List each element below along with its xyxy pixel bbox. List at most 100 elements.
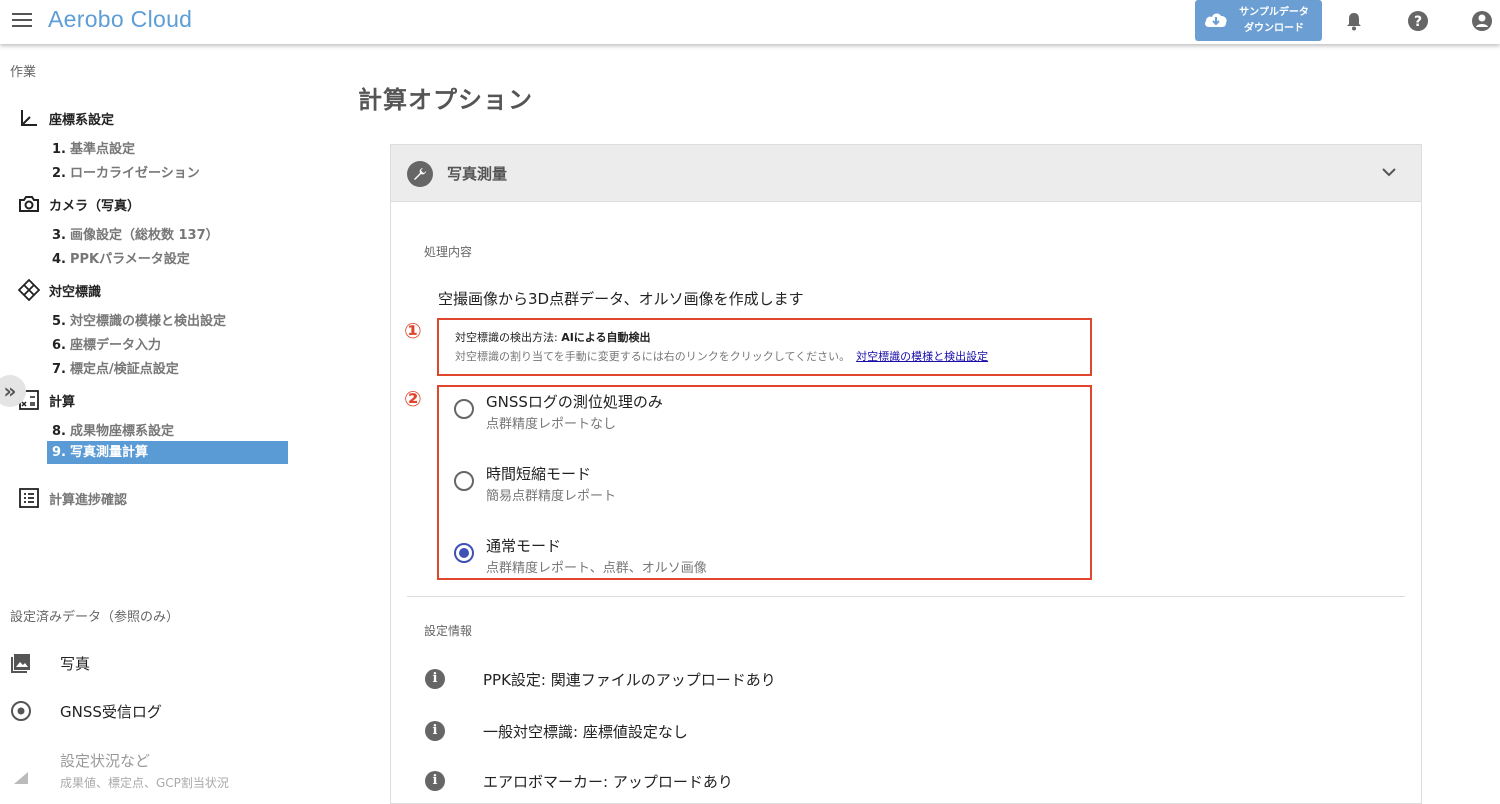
process-label: 処理内容 <box>424 245 473 259</box>
step-label: ローカライゼーション <box>69 166 200 181</box>
sidebar-step-9-active[interactable]: 9. 写真測量計算 <box>47 441 288 464</box>
detection-value: AIによる自動検出 <box>561 331 651 344</box>
sidebar-group-label: 座標系設定 <box>49 112 115 128</box>
step-number: 1. <box>52 142 66 157</box>
sidebar-group-label: 対空標識 <box>49 284 102 300</box>
step-label: PPKパラメータ設定 <box>69 252 190 267</box>
radio-gnss-only[interactable] <box>454 399 474 419</box>
chevron-down-icon[interactable] <box>1379 162 1399 182</box>
step-label: 写真測量計算 <box>69 445 148 460</box>
info-row-ppk: i PPK設定: 関連ファイルのアップロードあり <box>425 668 776 690</box>
cloud-download-icon <box>1205 13 1227 27</box>
panel-header[interactable]: 写真測量 <box>391 145 1421 202</box>
sample-button-line1: サンプルデータ <box>1239 7 1309 18</box>
app-title[interactable]: Aerobo Cloud <box>48 6 192 33</box>
radio-normal-mode[interactable] <box>454 543 474 563</box>
step-number: 8. <box>52 424 66 439</box>
step-number: 6. <box>52 338 66 353</box>
settings-info-label: 設定情報 <box>424 624 473 638</box>
section-divider <box>407 596 1405 597</box>
account-icon[interactable] <box>1471 10 1493 32</box>
sidebar-group-ground-markers[interactable]: 対空標識 <box>18 279 101 301</box>
sidebar-group-calculation[interactable]: 計算 <box>18 389 75 411</box>
info-text: PPK設定: 関連ファイルのアップロードあり <box>483 670 776 689</box>
info-icon: i <box>425 721 445 741</box>
process-description: 空撮画像から3D点群データ、オルソ画像を作成します <box>438 290 804 308</box>
photogrammetry-panel: 写真測量 処理内容 空撮画像から3D点群データ、オルソ画像を作成します ① 対空… <box>390 144 1422 804</box>
option-title: 通常モード <box>486 537 562 555</box>
info-icon: i <box>425 669 445 689</box>
step-label: 座標データ入力 <box>69 338 161 353</box>
info-icon: i <box>425 771 445 791</box>
step-label: 標定点/検証点設定 <box>69 362 179 377</box>
menu-icon[interactable] <box>12 13 32 29</box>
ref-item-label: 写真 <box>60 654 91 673</box>
detection-method-line: 対空標識の検出方法: AIによる自動検出 <box>455 329 650 345</box>
option-subtitle: 点群精度レポートなし <box>486 417 617 432</box>
sidebar-step-7[interactable]: 7. 標定点/検証点設定 <box>52 358 179 377</box>
axis-icon <box>18 107 40 129</box>
sidebar-item-progress-check[interactable]: 計算進捗確認 <box>18 487 127 509</box>
sidebar-step-3[interactable]: 3. 画像設定（総枚数 137） <box>52 224 219 243</box>
svg-text:?: ? <box>1414 14 1422 30</box>
list-icon <box>18 487 40 509</box>
help-icon[interactable]: ? <box>1407 10 1429 32</box>
sample-data-download-button[interactable]: サンプルデータ ダウンロード <box>1195 0 1322 41</box>
sample-button-label: サンプルデータ ダウンロード <box>1231 5 1317 37</box>
sidebar-step-8[interactable]: 8. 成果物座標系設定 <box>52 420 174 439</box>
step-label: 成果物座標系設定 <box>69 424 174 439</box>
step-number: 4. <box>52 252 66 267</box>
sidebar: 作業 座標系設定 1. 基準点設定 2. ローカライゼーション カメラ（写真） 3.… <box>0 44 300 790</box>
top-app-bar: Aerobo Cloud サンプルデータ ダウンロード ? <box>0 0 1500 44</box>
gnss-icon <box>10 700 32 722</box>
sidebar-step-5[interactable]: 5. 対空標識の模様と検出設定 <box>52 310 226 329</box>
page-title: 計算オプション <box>358 86 533 114</box>
option-title: GNSSログの測位処理のみ <box>486 393 663 411</box>
camera-icon <box>18 193 40 215</box>
detection-note-line: 対空標識の割り当てを手動に変更するには右のリンクをクリックしてください。 対空標識… <box>455 348 988 364</box>
step-number: 3. <box>52 228 66 243</box>
step-label: 対空標識の模様と検出設定 <box>69 314 226 329</box>
sidebar-group-camera[interactable]: カメラ（写真） <box>18 193 140 215</box>
progress-check-label: 計算進捗確認 <box>49 492 128 508</box>
ref-item-settings-status[interactable]: 設定状況など <box>10 748 150 772</box>
marker-detection-settings-link[interactable]: 対空標識の模様と検出設定 <box>856 350 988 363</box>
sidebar-group-label: 計算 <box>49 394 76 410</box>
detection-note: 対空標識の割り当てを手動に変更するには右のリンクをクリックしてください。 <box>455 350 851 363</box>
sidebar-group-coordinate-system[interactable]: 座標系設定 <box>18 107 114 129</box>
ref-item-gnss-log[interactable]: GNSS受信ログ <box>10 699 162 723</box>
calculation-mode-box: GNSSログの測位処理のみ 点群精度レポートなし 時間短縮モード 簡易点群精度レ… <box>437 385 1092 580</box>
step-number: 7. <box>52 362 66 377</box>
target-diamond-icon <box>18 279 40 301</box>
reference-section-label: 設定済みデータ（参照のみ） <box>10 610 180 625</box>
detection-method-box: 対空標識の検出方法: AIによる自動検出 対空標識の割り当てを手動に変更するには… <box>437 318 1092 376</box>
info-text: エアロボマーカー: アップロードあり <box>483 772 733 791</box>
sidebar-step-2[interactable]: 2. ローカライゼーション <box>52 162 200 181</box>
annotation-marker-2: ② <box>404 387 422 411</box>
work-section-label: 作業 <box>10 65 37 80</box>
sidebar-step-4[interactable]: 4. PPKパラメータ設定 <box>52 248 190 267</box>
option-subtitle: 簡易点群精度レポート <box>486 489 617 504</box>
ref-item-label: 設定状況など <box>60 751 151 770</box>
step-number: 5. <box>52 314 66 329</box>
sidebar-group-label: カメラ（写真） <box>49 198 141 214</box>
photo-icon <box>10 652 32 674</box>
wrench-icon <box>407 161 433 187</box>
ref-item-photos[interactable]: 写真 <box>10 651 90 675</box>
detection-prefix: 対空標識の検出方法: <box>455 331 562 344</box>
sidebar-step-6[interactable]: 6. 座標データ入力 <box>52 334 161 353</box>
option-title: 時間短縮モード <box>486 465 592 483</box>
info-row-aerobo-marker: i エアロボマーカー: アップロードあり <box>425 770 733 792</box>
option-subtitle: 点群精度レポート、点群、オルソ画像 <box>486 561 707 576</box>
corner-triangle-icon <box>14 772 28 784</box>
panel-title: 写真測量 <box>447 165 508 183</box>
ref-item-label: GNSS受信ログ <box>60 702 162 721</box>
sidebar-step-1[interactable]: 1. 基準点設定 <box>52 138 135 157</box>
settings-status-icon <box>10 749 32 771</box>
step-number: 2. <box>52 166 66 181</box>
annotation-marker-1: ① <box>404 319 422 343</box>
info-row-ground-marker: i 一般対空標識: 座標値設定なし <box>425 720 688 742</box>
bell-icon[interactable] <box>1343 10 1365 32</box>
radio-fast-mode[interactable] <box>454 471 474 491</box>
step-label: 基準点設定 <box>69 142 135 157</box>
